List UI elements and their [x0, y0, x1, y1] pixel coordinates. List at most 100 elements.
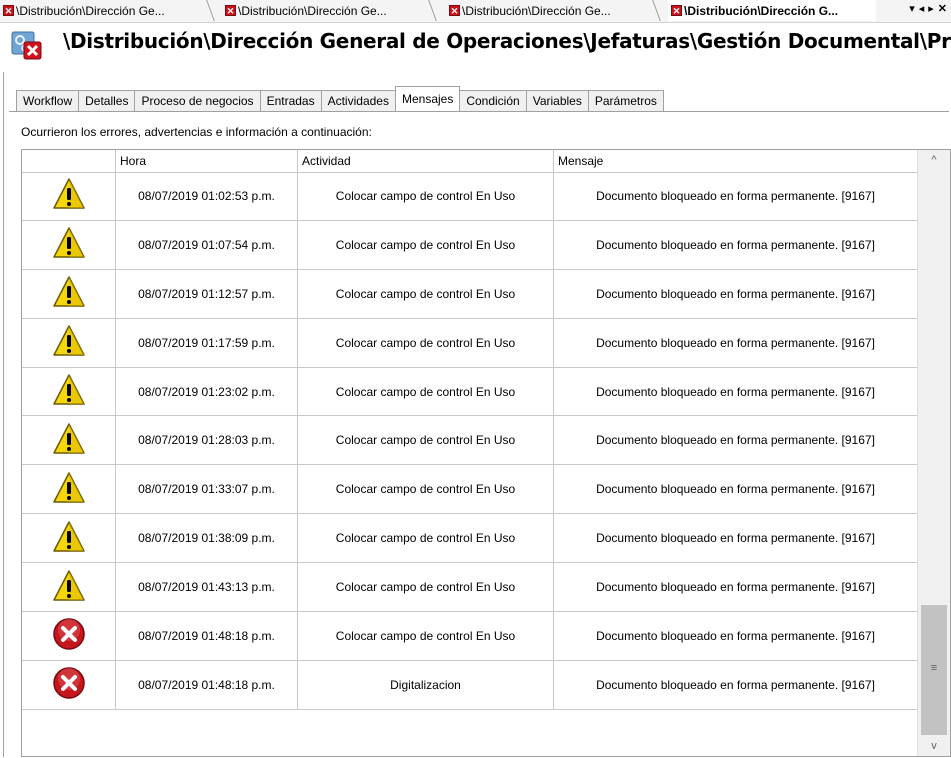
list-header: Hora Actividad Mensaje: [22, 150, 918, 173]
mensaje-cell: Documento bloqueado en forma permanente.…: [554, 514, 918, 563]
hora-cell: 08/07/2019 01:17:59 p.m.: [116, 318, 298, 367]
document-tab-strip: ✕ \Distribución\Dirección Ge... ✕ \Distr…: [0, 0, 951, 23]
grip-icon: ≡: [930, 662, 938, 674]
column-header-hora[interactable]: Hora: [116, 150, 298, 172]
mensaje-cell: Documento bloqueado en forma permanente.…: [554, 172, 918, 220]
tab-bar: Workflow Detalles Proceso de negocios En…: [16, 86, 664, 111]
close-icon[interactable]: ✕: [3, 5, 14, 16]
actividad-cell: Colocar campo de control En Uso: [298, 563, 554, 612]
tab-variables[interactable]: Variables: [525, 90, 589, 111]
hora-cell: 08/07/2019 01:02:53 p.m.: [116, 172, 298, 220]
mensaje-cell: Documento bloqueado en forma permanente.…: [554, 367, 918, 416]
messages-list[interactable]: Hora Actividad Mensaje 08/07/2019 01:02:…: [21, 149, 951, 757]
close-icon[interactable]: ✕: [225, 5, 236, 16]
document-tab-3[interactable]: ✕ \Distribución\Dirección Ge...: [446, 0, 658, 21]
tab-strip-controls: ▾ ◂ ▸ ✕: [909, 2, 947, 15]
scrollbar-thumb[interactable]: ≡: [921, 605, 947, 735]
table-row[interactable]: 08/07/2019 01:48:18 p.m. Digitalizacion Do…: [22, 660, 918, 710]
tab-list-dropdown-icon[interactable]: ▾: [909, 2, 915, 15]
actividad-cell: Colocar campo de control En Uso: [298, 367, 554, 416]
hora-cell: 08/07/2019 01:07:54 p.m.: [116, 220, 298, 269]
hora-cell: 08/07/2019 01:23:02 p.m.: [116, 367, 298, 416]
mensaje-cell: Documento bloqueado en forma permanente.…: [554, 563, 918, 612]
tab-proceso-de-negocios[interactable]: Proceso de negocios: [134, 90, 261, 111]
hora-cell: 08/07/2019 01:28:03 p.m.: [116, 416, 298, 465]
actividad-cell: Colocar campo de control En Uso: [298, 269, 554, 318]
table-row[interactable]: 08/07/2019 01:43:13 p.m. Colocar campo de…: [22, 563, 918, 613]
warning-icon: [52, 226, 86, 263]
tab-workflow[interactable]: Workflow: [16, 90, 80, 111]
column-header-icon[interactable]: [22, 150, 116, 172]
row-icon-cell: [22, 318, 116, 367]
hora-cell: 08/07/2019 01:33:07 p.m.: [116, 465, 298, 514]
hora-cell: 08/07/2019 01:43:13 p.m.: [116, 563, 298, 612]
tab-condicion[interactable]: Condición: [459, 90, 527, 111]
table-row[interactable]: 08/07/2019 01:48:18 p.m. Colocar campo de…: [22, 612, 918, 661]
tab-detalles[interactable]: Detalles: [78, 90, 136, 111]
table-row[interactable]: 08/07/2019 01:33:07 p.m. Colocar campo de…: [22, 465, 918, 515]
mensaje-cell: Documento bloqueado en forma permanente.…: [554, 660, 918, 709]
warning-icon: [52, 520, 86, 557]
scroll-up-button[interactable]: ^: [918, 150, 950, 170]
actividad-cell: Colocar campo de control En Uso: [298, 612, 554, 660]
table-row[interactable]: 08/07/2019 01:17:59 p.m. Colocar campo de…: [22, 318, 918, 368]
scroll-down-button[interactable]: v: [918, 736, 950, 756]
row-icon-cell: [22, 172, 116, 220]
vertical-scrollbar[interactable]: ^ ≡ v: [917, 150, 950, 756]
mensaje-cell: Documento bloqueado en forma permanente.…: [554, 220, 918, 269]
hora-cell: 08/07/2019 01:48:18 p.m.: [116, 660, 298, 709]
close-document-icon[interactable]: ✕: [938, 2, 947, 15]
document-tab-2[interactable]: ✕ \Distribución\Dirección Ge...: [222, 0, 434, 21]
page-title: \Distribución\Dirección General de Opera…: [63, 29, 951, 53]
scroll-right-icon[interactable]: ▸: [928, 2, 934, 15]
row-icon-cell: [22, 660, 116, 709]
actividad-cell: Colocar campo de control En Uso: [298, 318, 554, 367]
tab-parametros[interactable]: Parámetros: [587, 90, 664, 111]
table-row[interactable]: 08/07/2019 01:28:03 p.m. Colocar campo de…: [22, 416, 918, 466]
document-tab-label: \Distribución\Dirección Ge...: [238, 3, 387, 18]
document-tab-1[interactable]: ✕ \Distribución\Dirección Ge...: [0, 0, 212, 21]
table-row[interactable]: 08/07/2019 01:02:53 p.m. Colocar campo de…: [22, 172, 918, 221]
actividad-cell: Colocar campo de control En Uso: [298, 220, 554, 269]
tab-actividades[interactable]: Actividades: [320, 90, 396, 111]
mensaje-cell: Documento bloqueado en forma permanente.…: [554, 416, 918, 465]
info-label: Ocurrieron los errores, advertencias e i…: [21, 125, 372, 139]
tab-entradas[interactable]: Entradas: [259, 90, 322, 111]
row-icon-cell: [22, 612, 116, 660]
close-icon[interactable]: ✕: [449, 5, 460, 16]
tab-mensajes[interactable]: Mensajes: [394, 86, 461, 111]
document-tab-label: \Distribución\Dirección G...: [684, 3, 839, 18]
table-row[interactable]: 08/07/2019 01:23:02 p.m. Colocar campo de…: [22, 367, 918, 417]
table-row[interactable]: 08/07/2019 01:07:54 p.m. Colocar campo de…: [22, 220, 918, 270]
mensaje-cell: Documento bloqueado en forma permanente.…: [554, 465, 918, 514]
warning-icon: [52, 422, 86, 459]
warning-icon: [52, 177, 86, 214]
error-icon: [52, 666, 86, 703]
hora-cell: 08/07/2019 01:12:57 p.m.: [116, 269, 298, 318]
document-tab-label: \Distribución\Dirección Ge...: [462, 3, 611, 18]
warning-icon: [52, 373, 86, 410]
close-icon[interactable]: ✕: [671, 5, 682, 16]
row-icon-cell: [22, 416, 116, 465]
mensaje-cell: Documento bloqueado en forma permanente.…: [554, 318, 918, 367]
mensaje-cell: Documento bloqueado en forma permanente.…: [554, 612, 918, 660]
warning-icon: [52, 275, 86, 312]
table-row[interactable]: 08/07/2019 01:12:57 p.m. Colocar campo de…: [22, 269, 918, 319]
mensaje-cell: Documento bloqueado en forma permanente.…: [554, 269, 918, 318]
actividad-cell: Colocar campo de control En Uso: [298, 465, 554, 514]
row-icon-cell: [22, 220, 116, 269]
actividad-cell: Colocar campo de control En Uso: [298, 416, 554, 465]
warning-icon: [52, 471, 86, 508]
row-icon-cell: [22, 269, 116, 318]
actividad-cell: Colocar campo de control En Uso: [298, 514, 554, 563]
document-tab-4[interactable]: ✕ \Distribución\Dirección G...: [668, 0, 876, 21]
row-icon-cell: [22, 367, 116, 416]
warning-icon: [52, 324, 86, 361]
row-icon-cell: [22, 563, 116, 612]
left-border: [3, 72, 4, 757]
scroll-left-icon[interactable]: ◂: [919, 2, 925, 15]
column-header-actividad[interactable]: Actividad: [298, 150, 554, 172]
table-row[interactable]: 08/07/2019 01:38:09 p.m. Colocar campo de…: [22, 514, 918, 564]
hora-cell: 08/07/2019 01:48:18 p.m.: [116, 612, 298, 660]
column-header-mensaje[interactable]: Mensaje: [554, 150, 918, 172]
